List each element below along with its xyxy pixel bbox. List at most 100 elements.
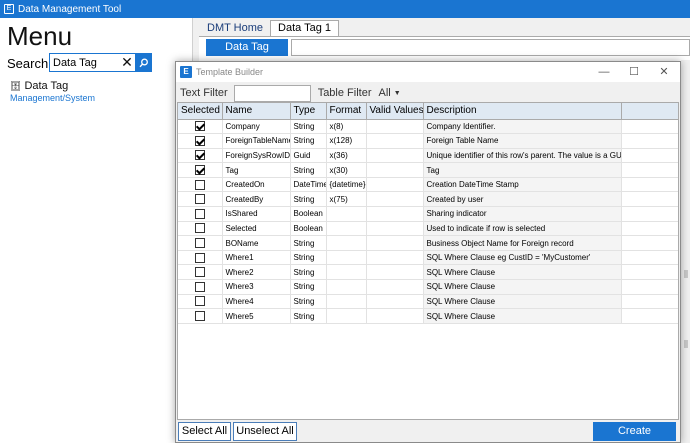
row-checkbox[interactable]: [194, 252, 205, 263]
table-row[interactable]: Selected Boolean Used to indicate if row i…: [178, 221, 678, 237]
cell-name[interactable]: Tag: [222, 162, 291, 178]
cell-type[interactable]: String: [290, 294, 327, 310]
table-row[interactable]: IsShared Boolean Sharing indicator: [178, 206, 678, 222]
col-header-type[interactable]: Type: [290, 103, 327, 120]
cell-format[interactable]: x(36): [326, 148, 367, 164]
cell-selected[interactable]: [178, 191, 223, 208]
cell-name[interactable]: Where1: [222, 250, 291, 266]
cell-valid[interactable]: [366, 250, 424, 266]
cell-format[interactable]: [326, 264, 367, 281]
tab-data-tag-1[interactable]: Data Tag 1: [270, 20, 340, 36]
cell-desc[interactable]: SQL Where Clause eg CustID = 'MyCustomer…: [423, 250, 622, 266]
cell-format[interactable]: [326, 235, 367, 251]
table-row[interactable]: Where2 String SQL Where Clause: [178, 264, 678, 281]
cell-selected[interactable]: [178, 148, 223, 164]
cell-format[interactable]: x(30): [326, 162, 367, 178]
table-row[interactable]: ForeignTableName String x(128) Foreign Tabl…: [178, 133, 678, 149]
cell-desc[interactable]: Company Identifier.: [423, 119, 622, 135]
cell-desc[interactable]: Sharing indicator: [423, 206, 622, 222]
cell-type[interactable]: String: [290, 119, 327, 135]
table-row[interactable]: BOName String Business Object Name for For…: [178, 235, 678, 251]
row-checkbox[interactable]: [194, 267, 205, 278]
cell-valid[interactable]: [366, 235, 424, 251]
unselect-all-button[interactable]: Unselect All: [233, 422, 297, 441]
row-checkbox[interactable]: [194, 165, 205, 176]
cell-valid[interactable]: [366, 264, 424, 281]
cell-name[interactable]: Where4: [222, 294, 291, 310]
cell-selected[interactable]: [178, 221, 223, 237]
cell-type[interactable]: Guid: [290, 148, 327, 164]
cell-type[interactable]: String: [290, 250, 327, 266]
cell-valid[interactable]: [366, 177, 424, 193]
search-result-item[interactable]: 🗄 Data Tag Management/System: [10, 80, 95, 103]
cell-valid[interactable]: [366, 279, 424, 295]
table-row[interactable]: ForeignSysRowID Guid x(36) Unique identifie…: [178, 148, 678, 164]
tab-dmt-home[interactable]: DMT Home: [200, 21, 270, 36]
cell-name[interactable]: BOName: [222, 235, 291, 251]
cell-type[interactable]: Boolean: [290, 221, 327, 237]
cell-desc[interactable]: SQL Where Clause: [423, 279, 622, 295]
col-header-name[interactable]: Name: [222, 103, 291, 120]
text-filter-input[interactable]: [233, 84, 311, 102]
table-row[interactable]: CreatedBy String x(75) Created by user: [178, 191, 678, 208]
cell-desc[interactable]: Business Object Name for Foreign record: [423, 235, 622, 251]
cell-selected[interactable]: [178, 162, 223, 178]
cell-valid[interactable]: [366, 191, 424, 208]
row-checkbox[interactable]: [194, 223, 205, 234]
table-row[interactable]: Where1 String SQL Where Clause eg CustID =…: [178, 250, 678, 266]
table-row[interactable]: Company String x(8) Company Identifier.: [178, 119, 678, 135]
cell-selected[interactable]: [178, 308, 223, 324]
cell-selected[interactable]: [178, 119, 223, 135]
row-checkbox[interactable]: [194, 135, 205, 146]
cell-valid[interactable]: [366, 148, 424, 164]
cell-name[interactable]: Where2: [222, 264, 291, 281]
cell-desc[interactable]: SQL Where Clause: [423, 308, 622, 324]
fields-grid[interactable]: Selected Name Type Format Valid Values D…: [177, 102, 679, 420]
row-checkbox[interactable]: [194, 194, 205, 205]
cell-desc[interactable]: Created by user: [423, 191, 622, 208]
cell-valid[interactable]: [366, 308, 424, 324]
minimize-icon[interactable]: —: [589, 62, 619, 82]
col-header-selected[interactable]: Selected: [178, 103, 223, 120]
cell-valid[interactable]: [366, 206, 424, 222]
col-header-format[interactable]: Format: [326, 103, 367, 120]
table-row[interactable]: Where4 String SQL Where Clause: [178, 294, 678, 310]
cell-type[interactable]: String: [290, 308, 327, 324]
table-row[interactable]: Where5 String SQL Where Clause: [178, 308, 678, 324]
cell-name[interactable]: CreatedBy: [222, 191, 291, 208]
cell-selected[interactable]: [178, 250, 223, 266]
row-checkbox[interactable]: [194, 238, 205, 249]
cell-name[interactable]: Where5: [222, 308, 291, 324]
cell-type[interactable]: String: [290, 191, 327, 208]
cell-format[interactable]: x(128): [326, 133, 367, 149]
close-icon[interactable]: ✕: [649, 62, 679, 82]
result-subtitle[interactable]: Management/System: [10, 93, 95, 103]
col-header-description[interactable]: Description: [423, 103, 622, 120]
cell-desc[interactable]: SQL Where Clause: [423, 294, 622, 310]
search-button[interactable]: [136, 53, 152, 72]
cell-format[interactable]: [326, 279, 367, 295]
cell-type[interactable]: String: [290, 162, 327, 178]
cell-selected[interactable]: [178, 235, 223, 251]
cell-type[interactable]: String: [290, 235, 327, 251]
cell-type[interactable]: DateTime: [290, 177, 327, 193]
cell-format[interactable]: [326, 294, 367, 310]
cell-valid[interactable]: [366, 294, 424, 310]
cell-type[interactable]: String: [290, 133, 327, 149]
cell-name[interactable]: Company: [222, 119, 291, 135]
select-all-button[interactable]: Select All: [178, 422, 231, 441]
cell-desc[interactable]: SQL Where Clause: [423, 264, 622, 281]
cell-type[interactable]: String: [290, 264, 327, 281]
data-tag-source-button[interactable]: Data Tag Source...: [206, 39, 288, 70]
cell-desc[interactable]: Tag: [423, 162, 622, 178]
cell-format[interactable]: [326, 308, 367, 324]
side-scrollbar[interactable]: [681, 60, 690, 443]
row-checkbox[interactable]: [194, 179, 205, 190]
cell-type[interactable]: Boolean: [290, 206, 327, 222]
cell-selected[interactable]: [178, 206, 223, 222]
cell-valid[interactable]: [366, 221, 424, 237]
cell-desc[interactable]: Used to indicate if row is selected: [423, 221, 622, 237]
create-template-button[interactable]: Create Template...: [593, 422, 676, 443]
cell-name[interactable]: CreatedOn: [222, 177, 291, 193]
data-tag-source-field[interactable]: [291, 39, 690, 56]
